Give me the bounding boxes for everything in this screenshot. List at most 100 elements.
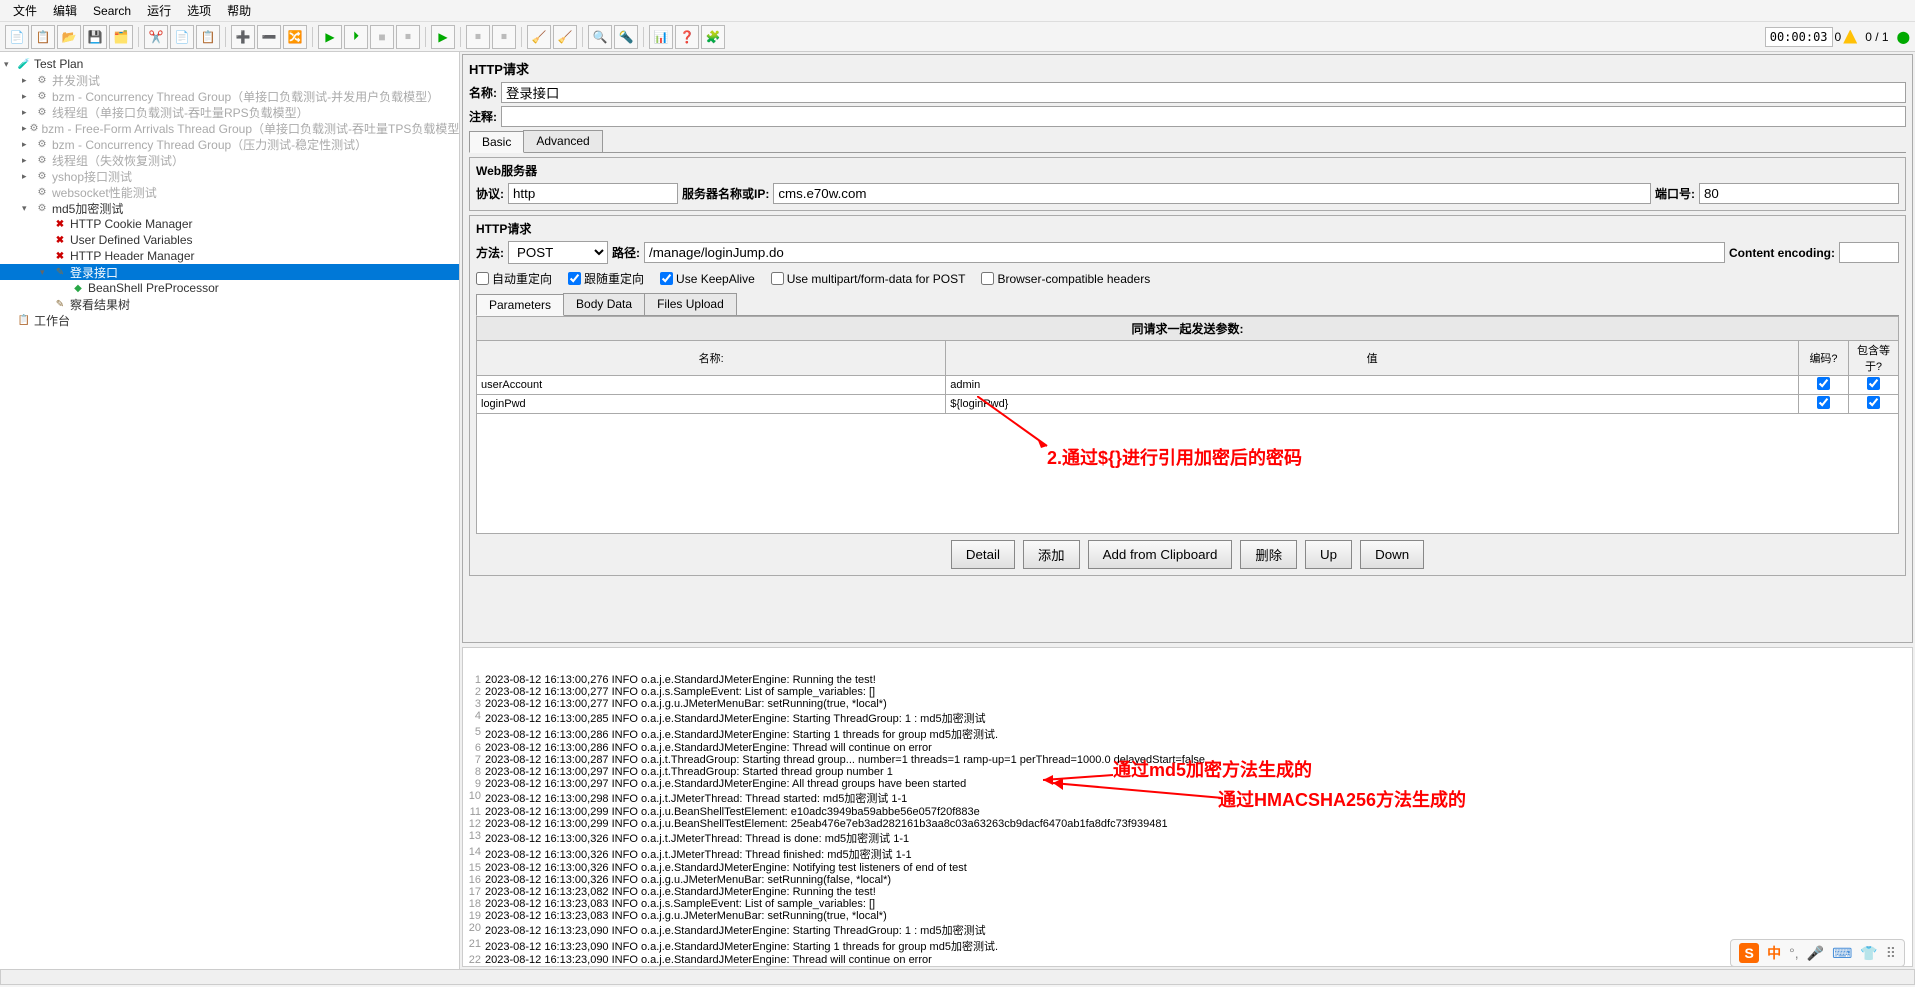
ime-punct-icon[interactable]: °, [1789, 945, 1799, 961]
ime-lang[interactable]: 中 [1767, 943, 1781, 963]
clear-button[interactable]: 🧹 [527, 25, 551, 49]
tree-node[interactable]: ◆BeanShell PreProcessor [0, 280, 459, 296]
shutdown-button[interactable]: ⏹ [396, 25, 420, 49]
search-button[interactable]: 🔍 [588, 25, 612, 49]
comment-input[interactable] [501, 106, 1906, 127]
tree-toggle[interactable]: ▾ [22, 203, 32, 214]
stop-button[interactable]: ■ [370, 25, 394, 49]
tree-node[interactable]: ▸⚙bzm - Free-Form Arrivals Thread Group（… [0, 120, 459, 136]
tree-node[interactable]: ▸⚙线程组（失效恢复测试） [0, 152, 459, 168]
tree-node[interactable]: ✎察看结果树 [0, 296, 459, 312]
tree-node[interactable]: ▾⚙md5加密测试 [0, 200, 459, 216]
keepalive-checkbox[interactable]: Use KeepAlive [660, 270, 755, 287]
copy-button[interactable]: 📄 [170, 25, 194, 49]
function-helper-button[interactable]: 📊 [649, 25, 673, 49]
tree-node[interactable]: ▸⚙yshop接口测试 [0, 168, 459, 184]
params-empty-area[interactable]: 2.通过${}进行引用加密后的密码 [476, 414, 1899, 534]
table-row[interactable]: userAccountadmin [477, 376, 1899, 395]
warning-icon[interactable] [1843, 30, 1857, 44]
tree-node[interactable]: ▸⚙并发测试 [0, 72, 459, 88]
menu-item[interactable]: 帮助 [219, 0, 259, 22]
expand-button[interactable]: ➕ [231, 25, 255, 49]
tab-files-upload[interactable]: Files Upload [644, 293, 737, 315]
encode-checkbox[interactable] [1817, 396, 1830, 409]
ime-skin-icon[interactable]: 👕 [1860, 945, 1877, 962]
tree-node[interactable]: ▾✎登录接口 [0, 264, 459, 280]
ime-mic-icon[interactable]: 🎤 [1807, 945, 1824, 962]
tree-toggle[interactable]: ▸ [22, 75, 32, 86]
ime-menu-icon[interactable]: ⠿ [1886, 945, 1896, 962]
ime-toolbar[interactable]: S 中 °, 🎤 ⌨ 👕 ⠿ [1730, 939, 1905, 967]
tree-toggle[interactable]: ▸ [22, 155, 32, 166]
remote-stop-button[interactable]: ⏹ [466, 25, 490, 49]
detail-button[interactable]: Detail [951, 540, 1015, 569]
tree-node[interactable]: ✖HTTP Header Manager [0, 248, 459, 264]
tree-panel[interactable]: ▾🧪Test Plan▸⚙并发测试▸⚙bzm - Concurrency Thr… [0, 52, 460, 969]
tree-node[interactable]: ✖HTTP Cookie Manager [0, 216, 459, 232]
tree-toggle[interactable]: ▸ [22, 123, 27, 134]
name-input[interactable] [501, 82, 1906, 103]
ime-keyboard-icon[interactable]: ⌨ [1832, 945, 1852, 962]
menu-item[interactable]: 运行 [139, 0, 179, 22]
multipart-checkbox[interactable]: Use multipart/form-data for POST [771, 270, 966, 287]
method-select[interactable]: POST [508, 241, 608, 264]
remote-shutdown-button[interactable]: ⏹ [492, 25, 516, 49]
open-button[interactable]: 📂 [57, 25, 81, 49]
clear-all-button[interactable]: 🧹 [553, 25, 577, 49]
encoding-input[interactable] [1839, 242, 1899, 263]
tree-node[interactable]: ▸⚙线程组（单接口负载测试-吞吐量RPS负载模型） [0, 104, 459, 120]
menu-item[interactable]: 文件 [5, 0, 45, 22]
tab-parameters[interactable]: Parameters [476, 294, 564, 316]
add-button[interactable]: 添加 [1023, 540, 1080, 569]
cut-button[interactable]: ✂️ [144, 25, 168, 49]
new-button[interactable]: 📄 [5, 25, 29, 49]
horizontal-scrollbar[interactable] [0, 969, 1915, 985]
protocol-input[interactable] [508, 183, 678, 204]
tab-body-data[interactable]: Body Data [563, 293, 645, 315]
tree-node[interactable]: ▾🧪Test Plan [0, 56, 459, 72]
paste-button[interactable]: 📋 [196, 25, 220, 49]
table-row[interactable]: loginPwd${loginPwd} [477, 395, 1899, 414]
menu-item[interactable]: 选项 [179, 0, 219, 22]
tree-toggle[interactable]: ▸ [22, 139, 32, 150]
help-button[interactable]: ❓ [675, 25, 699, 49]
include-checkbox[interactable] [1867, 396, 1880, 409]
tree-toggle[interactable]: ▸ [22, 107, 32, 118]
collapse-button[interactable]: ➖ [257, 25, 281, 49]
reset-search-button[interactable]: 🔦 [614, 25, 638, 49]
server-input[interactable] [773, 183, 1651, 204]
start-no-pause-button[interactable]: ⏵ [344, 25, 368, 49]
up-button[interactable]: Up [1305, 540, 1352, 569]
browser-compat-checkbox[interactable]: Browser-compatible headers [981, 270, 1150, 287]
tree-toggle[interactable]: ▸ [22, 171, 32, 182]
tree-node[interactable]: ✖User Defined Variables [0, 232, 459, 248]
menu-item[interactable]: 编辑 [45, 0, 85, 22]
tab-advanced[interactable]: Advanced [523, 130, 602, 152]
tree-node[interactable]: ▸⚙bzm - Concurrency Thread Group（单接口负载测试… [0, 88, 459, 104]
tree-node[interactable]: ⚙websocket性能测试 [0, 184, 459, 200]
tree-toggle[interactable]: ▾ [40, 267, 50, 278]
follow-redirect-checkbox[interactable]: 跟随重定向 [568, 270, 644, 287]
templates-button[interactable]: 📋 [31, 25, 55, 49]
save-as-button[interactable]: 🗂️ [109, 25, 133, 49]
delete-button[interactable]: 删除 [1240, 540, 1297, 569]
toggle-button[interactable]: 🔀 [283, 25, 307, 49]
down-button[interactable]: Down [1360, 540, 1424, 569]
start-button[interactable]: ▶ [318, 25, 342, 49]
tree-node[interactable]: 📋工作台 [0, 312, 459, 328]
path-input[interactable] [644, 242, 1725, 263]
port-input[interactable] [1699, 183, 1899, 204]
tree-toggle[interactable]: ▸ [22, 91, 32, 102]
clipboard-button[interactable]: Add from Clipboard [1088, 540, 1233, 569]
auto-redirect-checkbox[interactable]: 自动重定向 [476, 270, 552, 287]
encode-checkbox[interactable] [1817, 377, 1830, 390]
tab-basic[interactable]: Basic [469, 131, 524, 153]
menu-item[interactable]: Search [85, 0, 139, 22]
tree-toggle[interactable]: ▾ [4, 59, 14, 70]
log-panel[interactable]: 12023-08-12 16:13:00,276 INFO o.a.j.e.St… [462, 647, 1913, 967]
tree-node[interactable]: ▸⚙bzm - Concurrency Thread Group（压力测试-稳定… [0, 136, 459, 152]
plugins-button[interactable]: 🧩 [701, 25, 725, 49]
include-checkbox[interactable] [1867, 377, 1880, 390]
save-button[interactable]: 💾 [83, 25, 107, 49]
parameters-table[interactable]: 名称: 值 编码? 包含等于? userAccountadminloginPwd… [476, 340, 1899, 414]
